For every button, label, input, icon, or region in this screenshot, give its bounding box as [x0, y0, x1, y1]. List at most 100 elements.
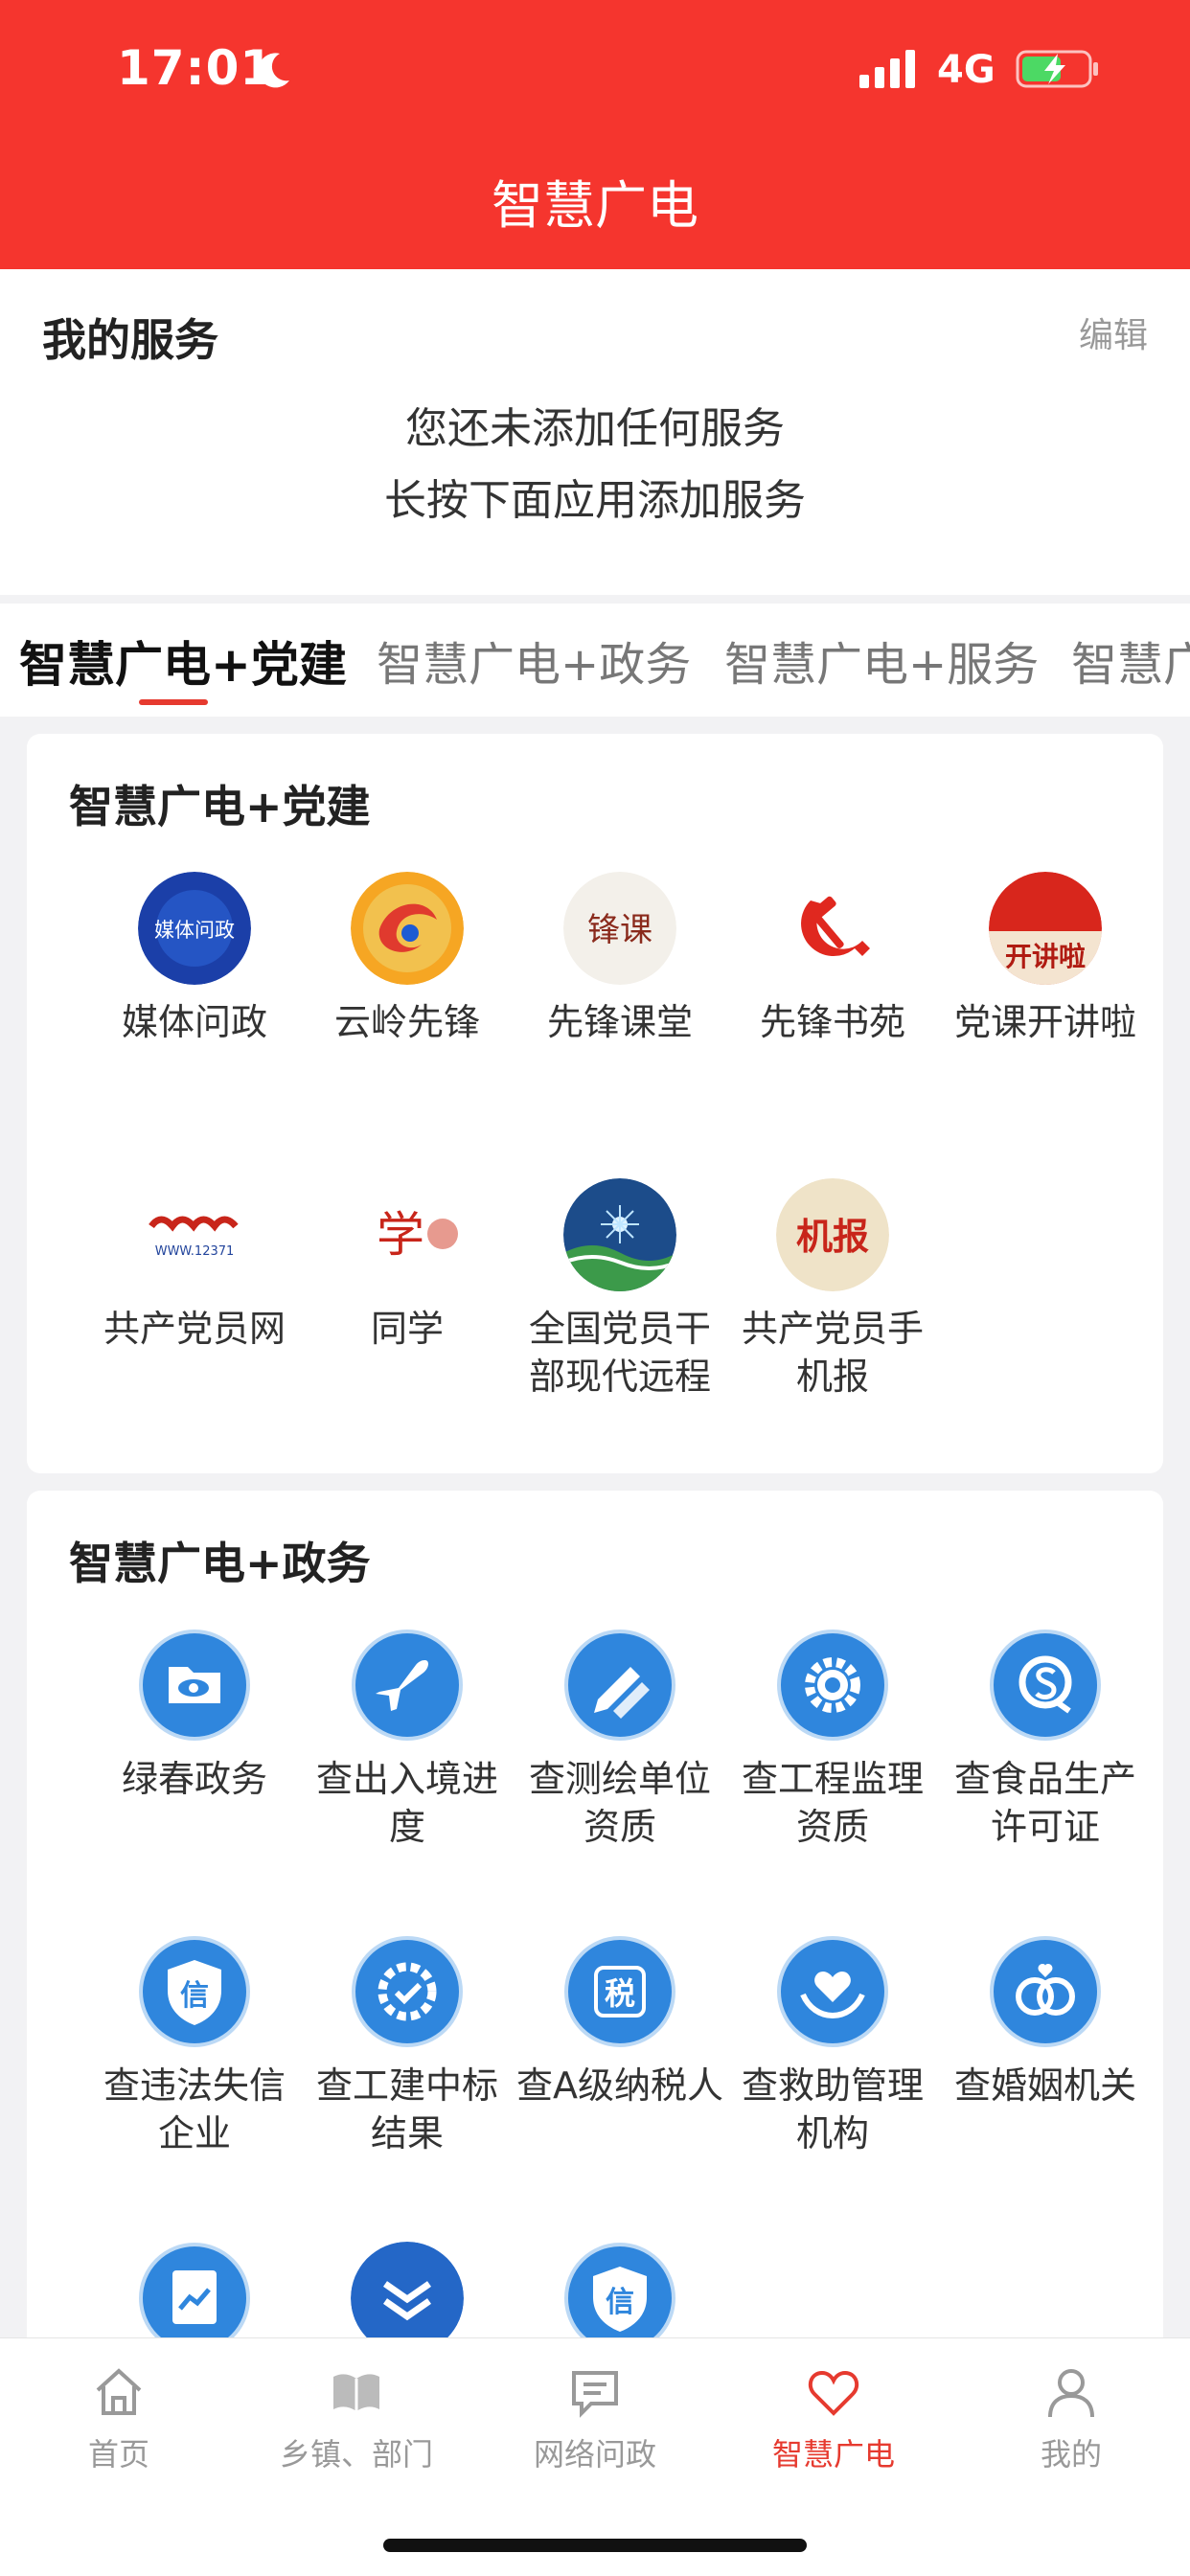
battery-icon: [1016, 50, 1098, 88]
svg-text:WWW.12371: WWW.12371: [155, 1244, 235, 1259]
nav-label: 我的: [1040, 2436, 1102, 2473]
book-icon: [328, 2363, 385, 2421]
service-item-entry-exit-progress[interactable]: 查出入境进度: [301, 1629, 514, 1851]
service-item-luchun-gov[interactable]: 绿春政务: [88, 1629, 301, 1803]
service-item-label: 查违法失信企业: [103, 2064, 286, 2154]
section-title: 智慧广电+政务: [69, 1538, 371, 1589]
service-item-a-level-taxpayer[interactable]: 税 查A级纳税人: [514, 1935, 726, 2109]
nav-home[interactable]: 首页: [13, 2363, 224, 2474]
service-item-pioneer-library[interactable]: 先锋书苑: [726, 872, 939, 1046]
service-item-label: 同学: [370, 1308, 444, 1350]
home-indicator: [383, 2539, 807, 2552]
heart-icon: [805, 2363, 862, 2421]
airplane-icon: [351, 1629, 464, 1742]
edit-button[interactable]: 编辑: [1079, 308, 1148, 357]
classmates-icon: 学: [351, 1178, 464, 1291]
pencil-ruler-icon: [563, 1629, 676, 1742]
service-item-label: 共产党员手机报: [741, 1308, 924, 1398]
service-item-label: 查A级纳税人: [516, 2064, 723, 2107]
heart-hands-icon: [776, 1935, 889, 2048]
service-item-label: 党课开讲啦: [953, 1001, 1136, 1043]
service-item-remote-education[interactable]: 全国党员干部现代远程: [514, 1178, 726, 1401]
svg-text:学: 学: [377, 1207, 424, 1263]
section-government-affairs: 智慧广电+政务 绿春政务 查出入境进度 查测绘单位资质 查工程监理资质 查食品生…: [27, 1491, 1163, 2355]
service-item-label: 查出入境进度: [315, 1758, 498, 1848]
service-item-relief-agency[interactable]: 查救助管理机构: [726, 1935, 939, 2157]
svg-text:机报: 机报: [796, 1216, 869, 1258]
service-item-label: 查测绘单位资质: [528, 1758, 711, 1848]
mobile-newspaper-icon: 机报: [776, 1178, 889, 1291]
service-item-label: 绿春政务: [121, 1758, 267, 1800]
nav-label: 乡镇、部门: [279, 2436, 433, 2473]
user-icon: [1042, 2363, 1100, 2421]
service-item-party-member-net[interactable]: WWW.12371 共产党员网: [88, 1178, 301, 1353]
service-item-label: 云岭先锋: [333, 1001, 480, 1043]
svg-text:媒体问政: 媒体问政: [154, 919, 235, 942]
my-services-title: 我的服务: [42, 314, 218, 366]
app-header: 17:01 4G 智慧广电: [0, 0, 1190, 269]
svg-text:信: 信: [606, 2286, 634, 2319]
nav-label: 智慧广电: [771, 2436, 895, 2473]
service-item-dishonest-enterprise[interactable]: 信 查违法失信企业: [88, 1935, 301, 2157]
service-item-pioneer-classroom[interactable]: 锋课 先锋课堂: [514, 872, 726, 1046]
svg-text:锋课: 锋课: [587, 911, 652, 949]
service-item-label: 查食品生产许可证: [953, 1758, 1136, 1848]
gear-icon: [776, 1629, 889, 1742]
service-item-label: 查救助管理机构: [741, 2064, 924, 2154]
yunling-pioneer-icon: [351, 872, 464, 985]
empty-hint-line1: 您还未添加任何服务: [405, 404, 785, 453]
service-item-party-lecture[interactable]: 开讲啦 党课开讲啦: [939, 872, 1152, 1046]
svg-text:税: 税: [605, 1975, 635, 2012]
nav-online-inquiry[interactable]: 网络问政: [490, 2363, 700, 2474]
nav-smart-broadcast[interactable]: 智慧广电: [728, 2363, 939, 2474]
nav-towns-departments[interactable]: 乡镇、部门: [251, 2363, 462, 2474]
service-item-engineering-supervision[interactable]: 查工程监理资质: [726, 1629, 939, 1851]
nav-label: 首页: [87, 2436, 149, 2473]
service-item-mobile-newspaper[interactable]: 机报 共产党员手机报: [726, 1178, 939, 1401]
service-item-yunling-pioneer[interactable]: 云岭先锋: [301, 872, 514, 1046]
gear-check-icon: [351, 1935, 464, 2048]
svg-text:信: 信: [180, 1979, 209, 2013]
service-item-label: 查工程监理资质: [741, 1758, 924, 1848]
signal-icon: [859, 50, 915, 88]
shield-credit-icon: 信: [138, 1935, 251, 2048]
service-item-label: 查婚姻机关: [953, 2064, 1136, 2107]
moon-icon: [258, 53, 289, 88]
service-item-marriage-office[interactable]: 查婚姻机关: [939, 1935, 1152, 2109]
hammer-sickle-icon: [776, 872, 889, 985]
section-party-building: 智慧广电+党建 媒体问政 媒体问政 云岭先锋 锋课 先锋课堂 先锋书苑 开讲啦 …: [27, 734, 1163, 1473]
category-tabs: 智慧广电+党建 智慧广电+政务 智慧广电+服务 智慧广: [0, 604, 1190, 717]
nav-profile[interactable]: 我的: [966, 2363, 1177, 2474]
message-icon: [566, 2363, 624, 2421]
section-title: 智慧广电+党建: [69, 781, 371, 832]
network-type: 4G: [937, 48, 995, 92]
empty-hint-line2: 长按下面应用添加服务: [384, 476, 806, 525]
folder-eye-icon: [138, 1629, 251, 1742]
service-item-media-inquiry[interactable]: 媒体问政 媒体问政: [88, 872, 301, 1046]
tab-services[interactable]: 智慧广电+服务: [724, 627, 1039, 694]
home-icon: [90, 2363, 148, 2421]
page-title: 智慧广电: [492, 175, 698, 236]
service-item-bid-results[interactable]: 查工建中标结果: [301, 1935, 514, 2157]
service-item-label: 查工建中标结果: [315, 2064, 498, 2154]
qs-mark-icon: [989, 1629, 1102, 1742]
tab-more[interactable]: 智慧广: [1071, 627, 1190, 694]
media-inquiry-icon: 媒体问政: [138, 872, 251, 985]
remote-education-icon: [563, 1178, 676, 1291]
service-item-food-production-license[interactable]: 查食品生产许可证: [939, 1629, 1152, 1851]
service-item-label: 共产党员网: [103, 1308, 286, 1350]
service-item-label: 媒体问政: [121, 1001, 267, 1043]
nav-label: 网络问政: [533, 2436, 656, 2473]
my-services-panel: 我的服务 编辑 您还未添加任何服务 长按下面应用添加服务: [0, 269, 1190, 595]
service-item-label: 先锋课堂: [546, 1001, 693, 1043]
party-member-net-icon: WWW.12371: [138, 1178, 251, 1291]
tab-party-building[interactable]: 智慧广电+党建: [19, 627, 347, 695]
service-item-surveying-qualification[interactable]: 查测绘单位资质: [514, 1629, 726, 1851]
rings-icon: [989, 1935, 1102, 2048]
tab-government-affairs[interactable]: 智慧广电+政务: [377, 627, 691, 694]
pioneer-classroom-icon: 锋课: [563, 872, 676, 985]
service-item-label: 全国党员干部现代远程: [528, 1308, 711, 1398]
svg-text:开讲啦: 开讲啦: [1005, 941, 1086, 972]
service-item-classmates[interactable]: 学 同学: [301, 1178, 514, 1353]
active-tab-indicator: [139, 699, 208, 705]
